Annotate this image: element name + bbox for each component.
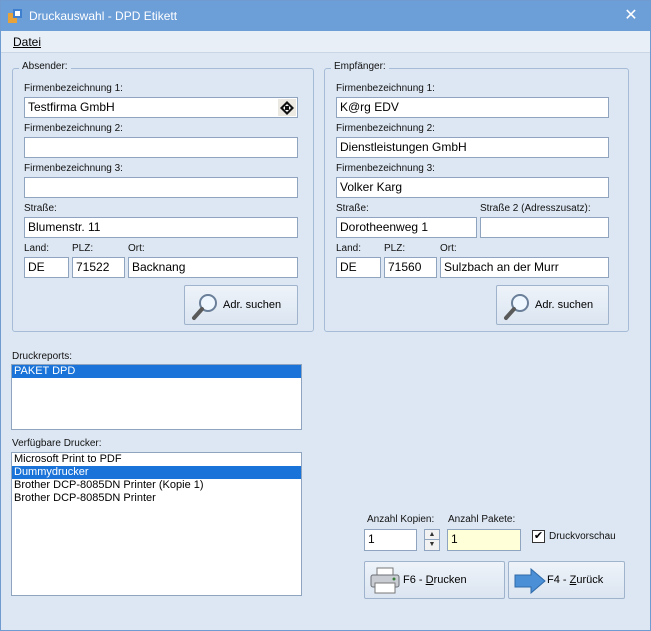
print-preview-label: Druckvorschau xyxy=(549,531,616,542)
recipient-city-label: Ort: xyxy=(440,243,457,254)
print-button[interactable]: F6 - Drucken xyxy=(364,561,505,599)
sender-country-input[interactable]: DE xyxy=(24,257,69,278)
printer-icon xyxy=(370,567,400,594)
copies-input[interactable]: 1 xyxy=(364,529,417,551)
sender-group: Absender: Firmenbezeichnung 1: Testfirma… xyxy=(12,61,314,332)
back-button-label: F4 - Zurück xyxy=(547,574,603,586)
copies-label: Anzahl Kopien: xyxy=(367,514,435,525)
sender-company1-input[interactable]: Testfirma GmbH xyxy=(24,97,298,118)
print-button-rest: rucken xyxy=(433,574,467,586)
stepper-up-icon[interactable]: ▲ xyxy=(425,530,439,540)
printers-list[interactable]: Microsoft Print to PDF Dummydrucker Brot… xyxy=(11,452,302,596)
sender-country-label: Land: xyxy=(24,243,50,254)
recipient-street2-input[interactable] xyxy=(480,217,609,238)
sender-company3-input[interactable] xyxy=(24,177,298,198)
print-button-hotkey: D xyxy=(425,574,434,586)
recipient-zip-input[interactable]: 71560 xyxy=(384,257,437,278)
sender-city-label: Ort: xyxy=(128,243,145,254)
window-title: Druckauswahl - DPD Etikett xyxy=(29,9,178,23)
recipient-company2-label: Firmenbezeichnung 2: xyxy=(336,123,435,134)
back-button[interactable]: F4 - Zurück xyxy=(508,561,625,599)
recipient-street-input[interactable]: Dorotheenweg 1 xyxy=(336,217,477,238)
stepper-down-icon[interactable]: ▼ xyxy=(425,540,439,550)
recipient-country-input[interactable]: DE xyxy=(336,257,381,278)
print-dialog-window: Druckauswahl - DPD Etikett ✕ Datei Absen… xyxy=(0,0,651,631)
recipient-company3-input[interactable]: Volker Karg xyxy=(336,177,609,198)
list-item[interactable]: Brother DCP-8085DN Printer (Kopie 1) xyxy=(12,479,301,492)
print-button-label: F6 - Drucken xyxy=(403,574,467,586)
menu-bar: Datei xyxy=(1,31,650,53)
reports-list[interactable]: PAKET DPD xyxy=(11,364,302,430)
magnifier-icon xyxy=(504,294,529,320)
sender-street-input[interactable]: Blumenstr. 11 xyxy=(24,217,298,238)
app-icon xyxy=(8,9,22,23)
recipient-search-address-label: Adr. suchen xyxy=(535,299,594,311)
sender-company1-label: Firmenbezeichnung 1: xyxy=(24,83,123,94)
print-button-prefix: F6 - xyxy=(403,574,426,586)
sender-zip-input[interactable]: 71522 xyxy=(72,257,125,278)
copies-stepper[interactable]: ▲ ▼ xyxy=(424,529,440,551)
address-book-lookup-button[interactable] xyxy=(278,99,296,116)
menu-file-label: Datei xyxy=(13,35,42,49)
sender-company2-label: Firmenbezeichnung 2: xyxy=(24,123,123,134)
address-book-icon xyxy=(280,100,294,115)
sender-company1-value: Testfirma GmbH xyxy=(28,100,115,114)
recipient-zip-label: PLZ: xyxy=(384,243,406,254)
recipient-company3-label: Firmenbezeichnung 3: xyxy=(336,163,435,174)
packages-input[interactable]: 1 xyxy=(447,529,521,551)
printers-label: Verfügbare Drucker: xyxy=(12,438,102,449)
list-item[interactable]: Dummydrucker xyxy=(12,466,301,479)
list-item[interactable]: PAKET DPD xyxy=(12,365,301,378)
recipient-city-input[interactable]: Sulzbach an der Murr xyxy=(440,257,609,278)
sender-company2-input[interactable] xyxy=(24,137,298,158)
packages-label: Anzahl Pakete: xyxy=(448,514,516,525)
recipient-street-label: Straße: xyxy=(336,203,369,214)
sender-street-label: Straße: xyxy=(24,203,57,214)
sender-legend: Absender: xyxy=(19,61,71,72)
back-button-prefix: F4 - xyxy=(547,574,570,586)
sender-search-address-button[interactable]: Adr. suchen xyxy=(184,285,298,325)
recipient-group: Empfänger: Firmenbezeichnung 1: K@rg EDV… xyxy=(324,61,629,332)
checkmark-icon: ✔ xyxy=(533,530,544,542)
list-item[interactable]: Brother DCP-8085DN Printer xyxy=(12,492,301,505)
recipient-legend: Empfänger: xyxy=(331,61,389,72)
recipient-company1-label: Firmenbezeichnung 1: xyxy=(336,83,435,94)
sender-zip-label: PLZ: xyxy=(72,243,94,254)
print-preview-checkbox[interactable]: ✔ xyxy=(532,530,545,543)
recipient-search-address-button[interactable]: Adr. suchen xyxy=(496,285,609,325)
sender-search-address-label: Adr. suchen xyxy=(223,299,282,311)
list-item[interactable]: Microsoft Print to PDF xyxy=(12,453,301,466)
close-button[interactable]: ✕ xyxy=(618,5,644,27)
recipient-street2-label: Straße 2 (Adresszusatz): xyxy=(480,203,591,214)
arrow-right-icon xyxy=(514,568,546,594)
title-bar: Druckauswahl - DPD Etikett ✕ xyxy=(1,1,650,31)
magnifier-icon xyxy=(192,294,217,320)
recipient-company1-input[interactable]: K@rg EDV xyxy=(336,97,609,118)
recipient-country-label: Land: xyxy=(336,243,362,254)
reports-label: Druckreports: xyxy=(12,351,73,362)
recipient-company2-input[interactable]: Dienstleistungen GmbH xyxy=(336,137,609,158)
sender-city-input[interactable]: Backnang xyxy=(128,257,298,278)
menu-file[interactable]: Datei xyxy=(13,35,41,49)
sender-company3-label: Firmenbezeichnung 3: xyxy=(24,163,123,174)
back-button-rest: urück xyxy=(576,574,604,586)
